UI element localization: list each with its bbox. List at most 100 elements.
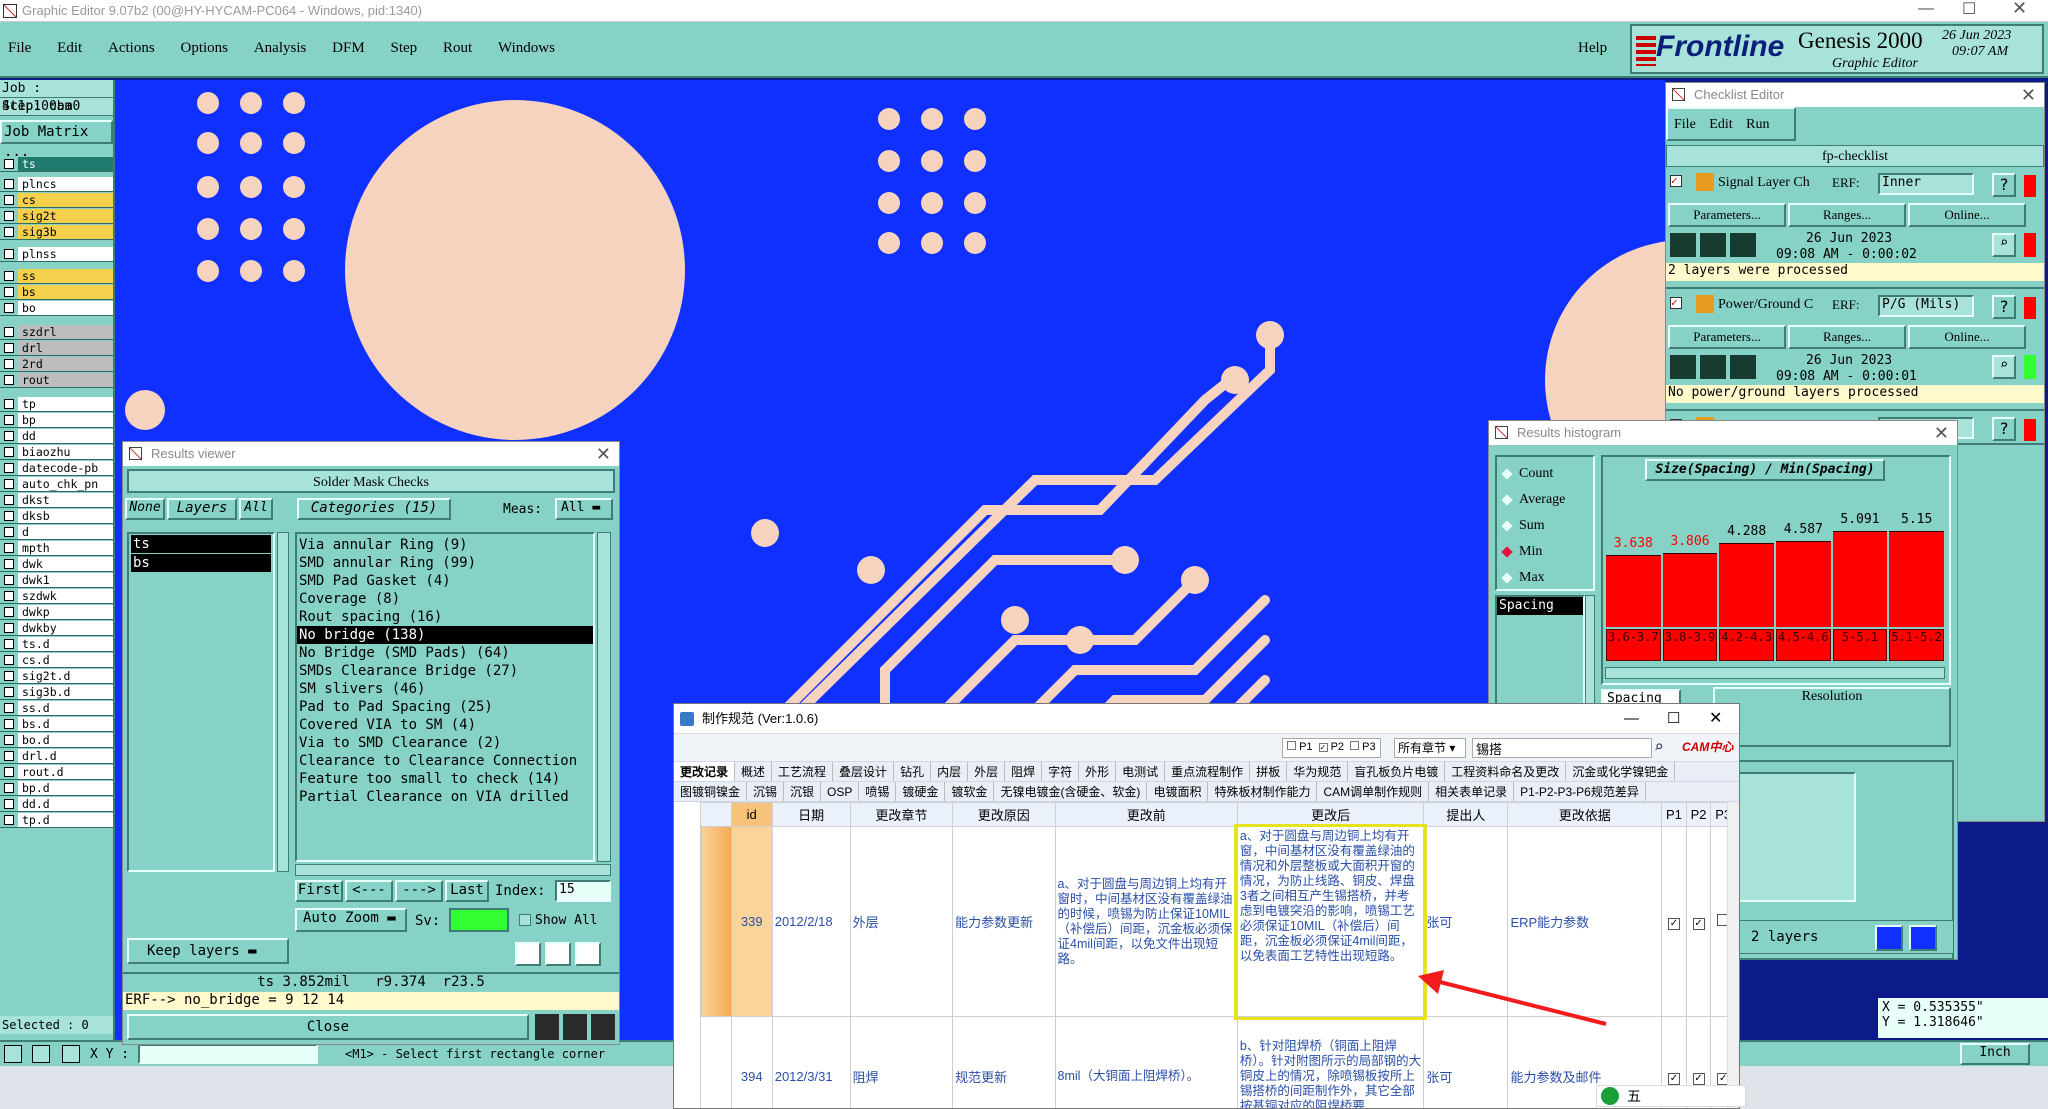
layer-row[interactable]: bo — [0, 300, 113, 316]
spec-tab[interactable]: P1-P2-P3-P6规范差异 — [1514, 782, 1646, 801]
hist-icon-2[interactable] — [1909, 925, 1937, 951]
spec-maximize[interactable]: ☐ — [1667, 704, 1680, 734]
layer-name[interactable]: cs — [18, 192, 113, 207]
layer-checkbox[interactable] — [4, 542, 14, 553]
layer-name[interactable]: tp.d — [18, 812, 113, 827]
layer-name[interactable]: rout.d — [18, 764, 113, 779]
layer-name[interactable]: dd — [18, 428, 113, 443]
layer-name[interactable]: bp — [18, 412, 113, 427]
layers-button[interactable]: Layers — [167, 498, 237, 520]
checkbox-icon[interactable]: ✓ — [1667, 917, 1680, 930]
layer-name[interactable]: dwkp — [18, 604, 113, 619]
sv-color-select[interactable] — [449, 908, 509, 932]
layer-name[interactable]: rout — [18, 372, 113, 387]
show-all-checkbox[interactable] — [519, 914, 531, 926]
tool-icon-row[interactable] — [535, 1014, 617, 1040]
category-item[interactable]: Via to SMD Clearance (2) — [297, 734, 593, 752]
layer-row[interactable]: bp.d — [0, 780, 113, 796]
layer-row[interactable]: dd.d — [0, 796, 113, 812]
rv-layer-item[interactable]: bs — [131, 554, 271, 572]
layer-checkbox[interactable] — [4, 342, 14, 353]
layer-name[interactable]: auto_chk_pn — [18, 476, 113, 491]
layer-checkbox[interactable] — [4, 374, 14, 385]
layer-checkbox[interactable] — [4, 622, 14, 633]
spec-tab[interactable]: 概述 — [735, 762, 773, 781]
category-item[interactable]: No Bridge (SMD Pads) (64) — [297, 644, 593, 662]
checkbox-icon[interactable]: ✓ — [1692, 917, 1705, 930]
parameters-button[interactable]: Parameters... — [1668, 325, 1786, 349]
layer-row[interactable]: dwk1 — [0, 572, 113, 588]
cell-reason[interactable]: 能力参数更新 — [952, 826, 1056, 1017]
report-icon-1[interactable] — [515, 942, 541, 966]
layer-name[interactable]: cs.d — [18, 652, 113, 667]
first-button[interactable]: First — [295, 880, 343, 902]
layer-checkbox[interactable] — [4, 178, 14, 189]
run-icons[interactable] — [1670, 233, 1756, 257]
rv-layer-item[interactable]: ts — [131, 535, 271, 553]
layer-checkbox[interactable] — [4, 798, 14, 809]
layer-row[interactable]: ts.d — [0, 636, 113, 652]
layer-checkbox[interactable] — [4, 286, 14, 297]
layer-checkbox[interactable] — [4, 510, 14, 521]
layer-row[interactable]: dwkp — [0, 604, 113, 620]
layer-checkbox[interactable] — [4, 814, 14, 825]
layer-row[interactable]: ss — [0, 268, 113, 284]
none-button[interactable]: None — [125, 498, 165, 520]
column-header[interactable]: 日期 — [771, 802, 851, 827]
layer-row[interactable]: biaozhu — [0, 444, 113, 460]
spec-tab[interactable]: 叠层设计 — [833, 762, 895, 781]
rv-category-hscroll[interactable] — [295, 864, 611, 876]
close-button[interactable]: Close — [127, 1014, 529, 1040]
help-icon[interactable]: ? — [1992, 173, 2016, 197]
column-header[interactable]: P1 — [1661, 802, 1687, 827]
all-button[interactable]: All — [239, 498, 273, 520]
layer-checkbox[interactable] — [4, 734, 14, 745]
layer-row[interactable]: sig2t — [0, 208, 113, 224]
spec-tab[interactable]: 重点流程制作 — [1165, 762, 1251, 781]
categories-button[interactable]: Categories (15) — [297, 498, 451, 520]
spec-tab[interactable]: 工艺流程 — [772, 762, 834, 781]
mode-option[interactable]: Max — [1497, 565, 1593, 591]
layer-name[interactable]: mpth — [18, 540, 113, 555]
tool-icon-1[interactable] — [4, 1045, 22, 1063]
column-header[interactable]: 更改章节 — [849, 802, 954, 827]
layer-name[interactable]: sig2t.d — [18, 668, 113, 683]
layer-name[interactable]: dd.d — [18, 796, 113, 811]
hist-bar[interactable]: 3.638 — [1606, 536, 1661, 627]
index-field[interactable]: 15 — [555, 880, 611, 902]
radio-icon[interactable] — [1501, 546, 1513, 558]
tool-icon-3[interactable] — [62, 1045, 80, 1063]
layer-name[interactable]: sig2t — [18, 208, 113, 223]
layer-checkbox[interactable] — [4, 158, 14, 169]
radio-icon[interactable] — [1501, 520, 1513, 532]
layer-name[interactable]: dksb — [18, 508, 113, 523]
layer-checkbox[interactable] — [4, 782, 14, 793]
close-button[interactable]: ✕ — [2012, 0, 2027, 19]
report-icon-2[interactable] — [545, 942, 571, 966]
layer-checkbox[interactable] — [4, 210, 14, 221]
layer-row[interactable]: d — [0, 524, 113, 540]
cell-date[interactable]: 2012/3/31 — [771, 1016, 851, 1108]
unit-button[interactable]: Inch — [1960, 1043, 2030, 1065]
column-header[interactable]: 提出人 — [1423, 802, 1509, 827]
layer-checkbox[interactable] — [4, 638, 14, 649]
layer-row[interactable]: rout — [0, 372, 113, 388]
filter-p1[interactable]: P1 — [1287, 741, 1313, 755]
category-item[interactable]: No bridge (138) — [297, 626, 593, 644]
spec-tab[interactable]: 华为规范 — [1287, 762, 1349, 781]
layer-name[interactable]: bs.d — [18, 716, 113, 731]
category-item[interactable]: Coverage (8) — [297, 590, 593, 608]
checklist-menu-edit[interactable]: Edit — [1709, 117, 1732, 132]
spec-tab[interactable]: 外层 — [968, 762, 1006, 781]
category-item[interactable]: Clearance to Clearance Connection — [297, 752, 593, 770]
zoom-icon[interactable]: ⌕ — [1992, 233, 2016, 257]
layer-name[interactable]: szdwk — [18, 588, 113, 603]
layer-name[interactable]: drl.d — [18, 748, 113, 763]
layer-row[interactable]: auto_chk_pn — [0, 476, 113, 492]
meas-select[interactable]: All ▬ — [555, 498, 613, 520]
category-item[interactable]: SM slivers (46) — [297, 680, 593, 698]
mode-option[interactable]: Average — [1497, 487, 1593, 513]
layer-row[interactable]: 2rd — [0, 356, 113, 372]
row-header[interactable] — [700, 1016, 732, 1108]
run-icons[interactable] — [1670, 355, 1756, 379]
